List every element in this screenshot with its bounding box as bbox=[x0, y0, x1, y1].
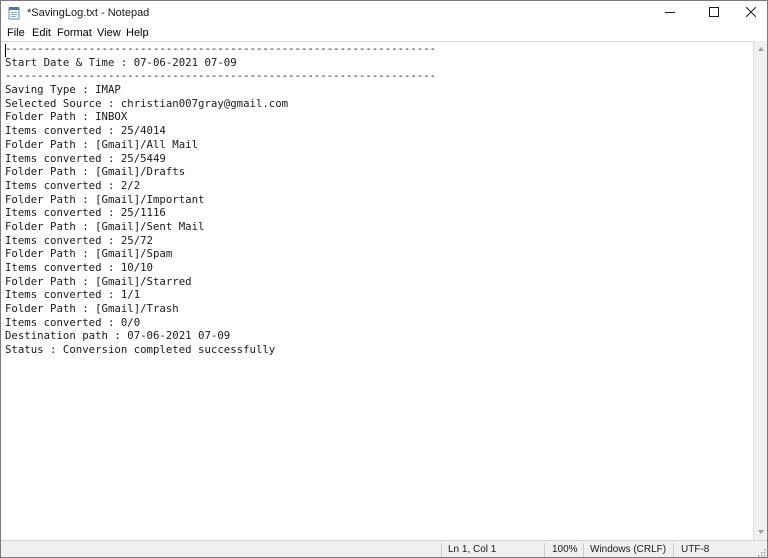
text-line: Items converted : 2/2 bbox=[5, 178, 141, 192]
minimize-button[interactable] bbox=[655, 1, 685, 25]
notepad-icon[interactable] bbox=[8, 6, 21, 20]
scroll-up-icon[interactable] bbox=[758, 47, 764, 51]
text-line: Items converted : 25/5449 bbox=[5, 151, 166, 165]
text-line: Folder Path : [Gmail]/Trash bbox=[5, 302, 179, 316]
notepad-window: *SavingLog.txt - Notepad File Edit Forma… bbox=[0, 0, 768, 558]
text-line: Items converted : 25/72 bbox=[5, 233, 153, 247]
status-divider bbox=[673, 543, 674, 557]
text-line: Start Date & Time : 07-06-2021 07-09 bbox=[5, 55, 237, 69]
text-line: Destination path : 07-06-2021 07-09 bbox=[5, 329, 231, 343]
status-divider bbox=[441, 543, 442, 557]
text-line: Folder Path : [Gmail]/Sent Mail bbox=[5, 219, 205, 233]
text-line: Items converted : 0/0 bbox=[5, 315, 141, 329]
text-line: Folder Path : [Gmail]/Important bbox=[5, 192, 205, 206]
status-bar: Ln 1, Col 1 100% Windows (CRLF) UTF-8 bbox=[1, 540, 767, 557]
encoding: UTF-8 bbox=[681, 544, 710, 555]
vertical-scrollbar[interactable] bbox=[753, 41, 767, 540]
minimize-icon bbox=[665, 4, 675, 22]
text-line: Saving Type : IMAP bbox=[5, 83, 121, 97]
maximize-icon bbox=[709, 4, 719, 22]
zoom-level: 100% bbox=[552, 544, 578, 555]
text-line: Items converted : 25/4014 bbox=[5, 124, 166, 138]
text-line: Folder Path : INBOX bbox=[5, 110, 128, 124]
close-button[interactable] bbox=[736, 1, 766, 25]
text-line: Items converted : 1/1 bbox=[5, 288, 141, 302]
text-line: Folder Path : [Gmail]/Starred bbox=[5, 274, 192, 288]
status-divider bbox=[544, 543, 545, 557]
text-line: Selected Source : christian007gray@gmail… bbox=[5, 96, 289, 110]
resize-grip-icon[interactable] bbox=[756, 547, 766, 557]
line-ending: Windows (CRLF) bbox=[590, 544, 667, 555]
menu-format[interactable]: Format bbox=[56, 26, 93, 40]
cursor-position: Ln 1, Col 1 bbox=[448, 544, 497, 555]
title-bar[interactable]: *SavingLog.txt - Notepad bbox=[1, 1, 767, 25]
menu-view[interactable]: View bbox=[96, 26, 122, 40]
text-line: Folder Path : [Gmail]/All Mail bbox=[5, 137, 199, 151]
text-line: Items converted : 25/1116 bbox=[5, 206, 166, 220]
menu-edit[interactable]: Edit bbox=[31, 26, 52, 40]
maximize-button[interactable] bbox=[699, 1, 729, 25]
menu-file[interactable]: File bbox=[6, 26, 26, 40]
close-icon bbox=[745, 4, 757, 22]
menu-help[interactable]: Help bbox=[125, 26, 150, 40]
text-line: Items converted : 10/10 bbox=[5, 261, 153, 274]
text-editor[interactable]: ----------------------------------------… bbox=[1, 41, 753, 541]
text-line: ----------------------------------------… bbox=[5, 42, 437, 55]
text-line: Folder Path : [Gmail]/Drafts bbox=[5, 165, 186, 179]
text-line: ----------------------------------------… bbox=[5, 69, 437, 83]
window-title: *SavingLog.txt - Notepad bbox=[27, 7, 150, 19]
scroll-down-icon[interactable] bbox=[758, 530, 764, 534]
text-line: Status : Conversion completed successful… bbox=[5, 343, 276, 357]
text-line: Folder Path : [Gmail]/Spam bbox=[5, 247, 173, 261]
menu-bar: File Edit Format View Help bbox=[1, 25, 767, 41]
status-divider bbox=[583, 543, 584, 557]
editor-text[interactable]: ----------------------------------------… bbox=[5, 42, 436, 357]
